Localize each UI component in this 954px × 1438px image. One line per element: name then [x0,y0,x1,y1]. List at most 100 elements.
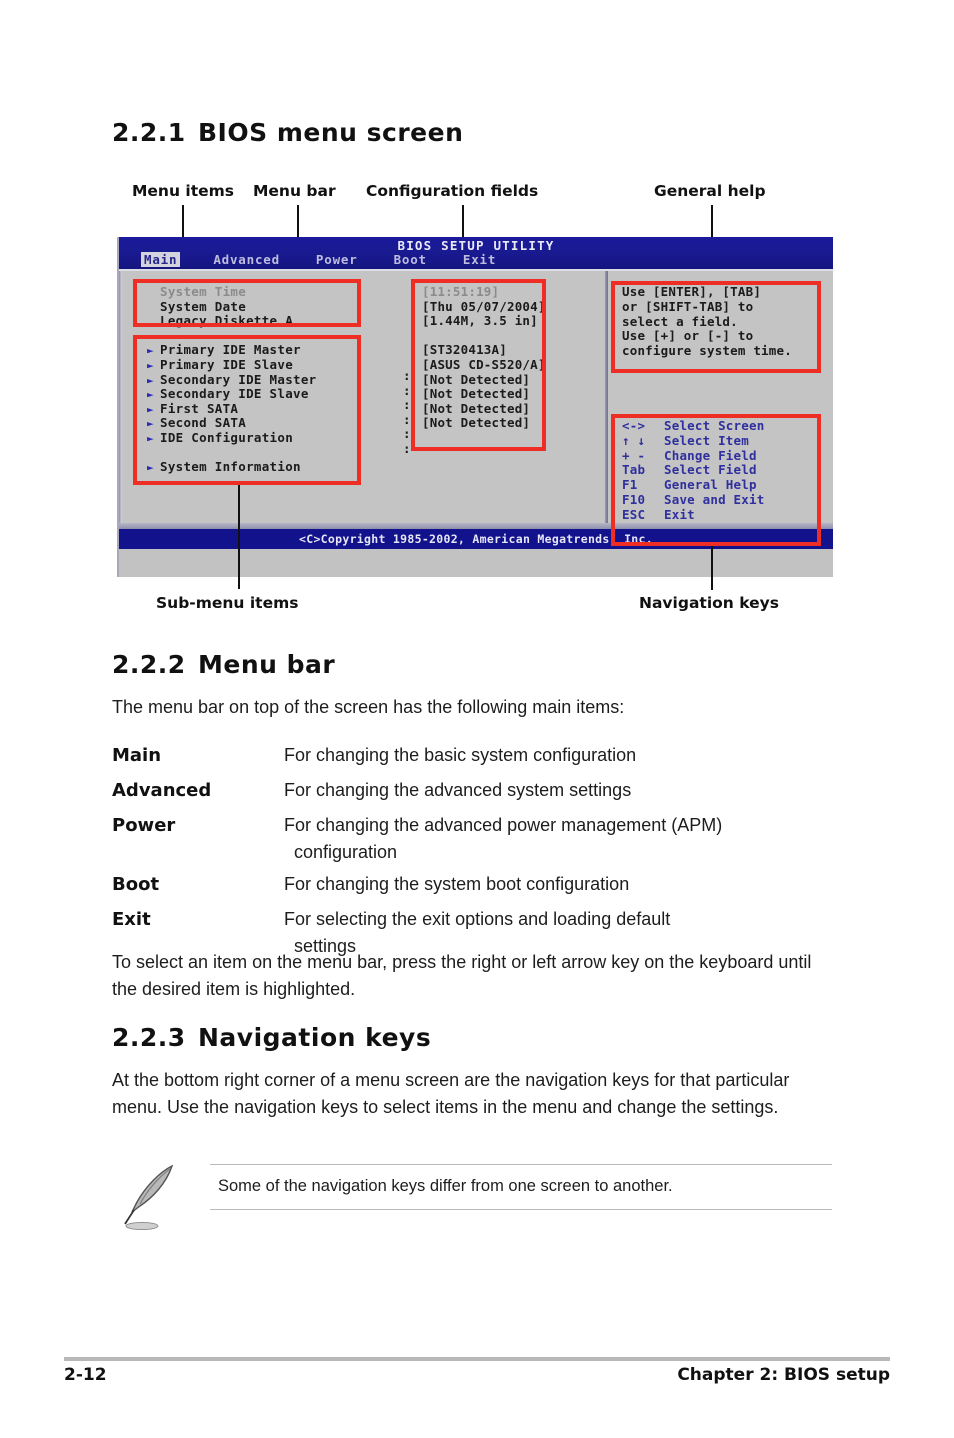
colon: : [403,426,411,442]
bios-tab-boot[interactable]: Boot [391,252,430,267]
desc-advanced: For changing the advanced system setting… [284,780,632,800]
callout-submenu-items: Sub-menu items [156,594,299,612]
config-value-primary-ide-slave[interactable]: [ASUS CD-S520/A] [422,357,546,373]
config-value-system-date[interactable]: [Thu 05/07/2004] [422,299,546,315]
menu-item-spacer-2 [147,446,372,461]
bios-general-help: Use [ENTER], [TAB] or [SHIFT-TAB] to sel… [622,284,822,359]
heading-2-2-2: 2.2.2 Menu bar [112,650,335,679]
config-value-secondary-ide-master[interactable]: [Not Detected] [422,372,546,388]
heading-2-2-1: 2.2.1 BIOS menu screen [112,118,463,147]
colon: : [403,368,411,383]
nav-key-select-item: ↑ ↓ Select Item [622,432,822,449]
nav-key-save-and-exit: F10 Save and Exit [622,491,822,508]
leader-navigation-keys [711,546,713,590]
heading-2-2-3: 2.2.3 Navigation keys [112,1023,431,1052]
desc-power: For changing the advanced power manageme… [284,809,842,866]
bios-tab-main[interactable]: Main [141,252,181,267]
nav-key: ↑ ↓ [622,432,646,448]
callout-menu-bar: Menu bar [253,182,336,200]
nav-action: Exit [664,506,695,522]
heading-number: 2.2.2 [112,650,186,679]
bios-tab-exit[interactable]: Exit [460,252,499,267]
footer-chapter: Chapter 2: BIOS setup [677,1365,890,1385]
config-value-system-time[interactable]: [11:51:19] [422,284,546,300]
desc-power-line1: For changing the advanced power manageme… [284,815,723,835]
menu-item-label: Second SATA [160,415,247,431]
footer-rule [64,1357,890,1361]
config-value-spacer [422,329,546,344]
menu-item-system-information[interactable]: ► System Information [147,459,372,475]
submenu-arrow-icon: ► [147,373,154,387]
menu-item-second-sata[interactable]: ► Second SATA [147,416,372,431]
panel-divider [605,271,608,549]
term-advanced: Advanced [112,780,212,801]
menu-item-system-date[interactable]: System Date [147,299,372,315]
config-value-primary-ide-master[interactable]: [ST320413A] [422,343,546,358]
term-main: Main [112,745,162,766]
nav-key: F1 [622,477,638,493]
nav-action: Select Item [664,432,749,448]
term-power: Power [112,815,176,836]
config-value-legacy-diskette-a[interactable]: [1.44M, 3.5 in] [422,314,546,329]
heading-number: 2.2.3 [112,1023,186,1052]
heading-title: Navigation keys [198,1023,432,1052]
menu-item-secondary-ide-master[interactable]: ► Secondary IDE Master [147,372,372,388]
submenu-arrow-icon: ► [147,388,154,402]
menu-bar-definition-list: Main For changing the basic system confi… [112,739,842,962]
colon: : [403,440,411,456]
submenu-arrow-icon: ► [147,344,154,358]
colon: : [403,397,411,413]
help-line: Use [ENTER], [TAB] [622,284,762,299]
bios-body: System Time System Date Legacy Diskette … [119,269,833,549]
nav-key-select-screen: <-> Select Screen [622,418,822,434]
bios-menu-items-list: System Time System Date Legacy Diskette … [147,284,372,475]
nav-action: Select Screen [664,418,765,433]
term-exit: Exit [112,909,151,930]
config-value-secondary-ide-slave[interactable]: [Not Detected] [422,387,546,402]
menu-bar-outro: To select an item on the menu bar, press… [112,952,812,999]
bios-copyright-bar: <C>Copyright 1985-2002, American Megatre… [119,529,833,549]
note-rule-bottom [210,1209,832,1210]
menu-item-label: Secondary IDE Slave [160,386,309,402]
nav-key-select-field: Tab Select Field [622,463,822,478]
bios-menu-bar: Main Advanced Power Boot Exit [119,251,833,268]
menu-item-system-time[interactable]: System Time [147,284,372,300]
menu-item-legacy-diskette-a[interactable]: Legacy Diskette A [147,314,372,329]
callout-menu-items: Menu items [132,182,235,200]
help-line: or [SHIFT-TAB] to [622,298,754,314]
nav-key: F10 [622,491,646,507]
bios-title-bar: BIOS SETUP UTILITY Main Advanced Power B… [119,237,833,269]
navigation-keys-body: At the bottom right corner of a menu scr… [112,1070,790,1117]
desc-main: For changing the basic system configurat… [284,745,637,765]
heading-number: 2.2.1 [112,118,186,147]
nav-key: <-> [622,418,646,433]
menu-item-label: IDE Configuration [160,429,294,445]
menu-item-primary-ide-slave[interactable]: ► Primary IDE Slave [147,356,372,373]
menu-item-label: Primary IDE Slave [160,356,294,372]
menu-item-first-sata[interactable]: ► First SATA [147,400,372,417]
callout-general-help: General help [654,182,766,200]
submenu-arrow-icon: ► [147,417,154,431]
nav-key: + - [622,447,646,463]
config-value-first-sata[interactable]: [Not Detected] [422,401,546,417]
note-quill-icon [124,1164,174,1231]
submenu-arrow-icon: ► [147,402,154,416]
menu-item-label: First SATA [160,400,239,416]
bios-configuration-fields: [11:51:19] [Thu 05/07/2004] [1.44M, 3.5 … [422,284,546,431]
nav-key-change-field: + - Change Field [622,447,822,464]
nav-action: Select Field [664,462,757,478]
colon: : [403,382,411,398]
help-line: select a field. [622,313,738,329]
menu-item-ide-configuration[interactable]: ► IDE Configuration [147,429,372,446]
submenu-arrow-icon: ► [147,461,154,475]
note-text: Some of the navigation keys differ from … [218,1177,673,1195]
bios-tab-advanced[interactable]: Advanced [210,252,283,267]
menu-item-primary-ide-master[interactable]: ► Primary IDE Master [147,343,372,358]
definition-row-advanced: Advanced For changing the advanced syste… [112,774,842,807]
bios-colon-column: : : : : : : [403,368,411,457]
definition-row-main: Main For changing the basic system confi… [112,739,842,772]
config-value-second-sata[interactable]: [Not Detected] [422,416,546,431]
page: 2.2.1 BIOS menu screen Menu items Menu ba… [0,0,954,1438]
bios-tab-power[interactable]: Power [313,252,361,267]
menu-item-secondary-ide-slave[interactable]: ► Secondary IDE Slave [147,386,372,402]
